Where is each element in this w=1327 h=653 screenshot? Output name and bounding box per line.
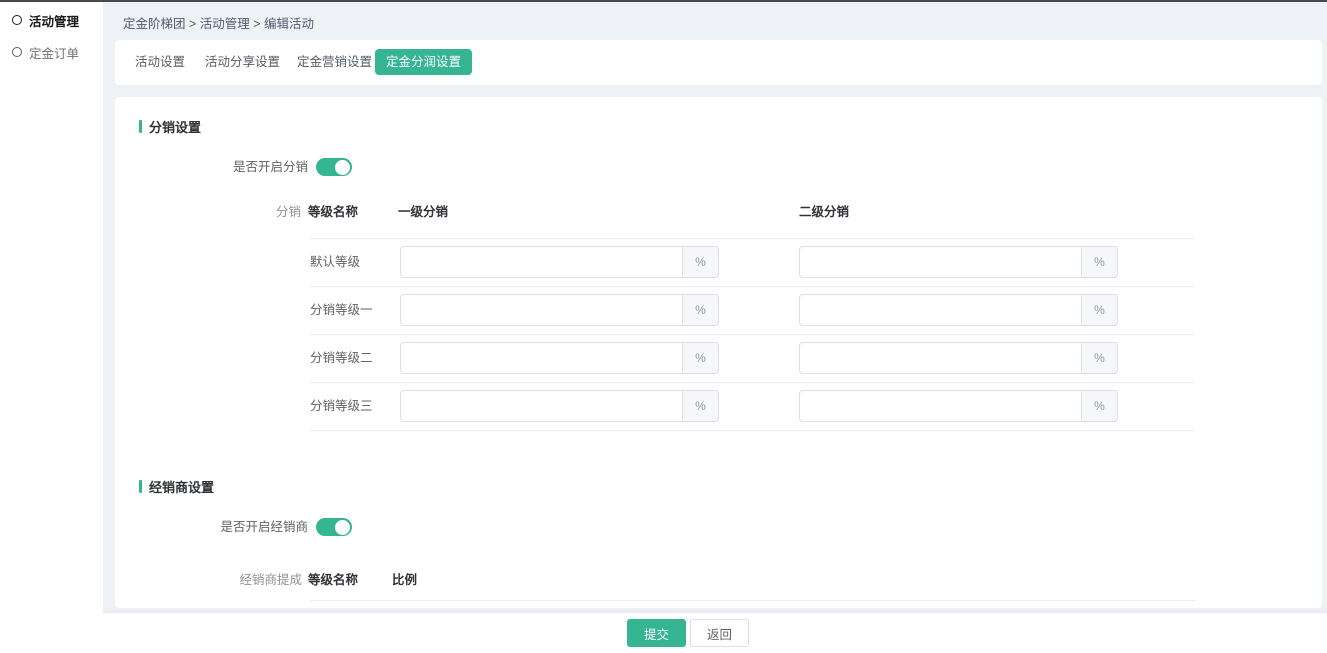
level2-percent-input[interactable] [799,342,1081,374]
level1-input-group: % [400,246,719,278]
level2-percent-input[interactable] [799,246,1081,278]
table-divider [310,382,1195,383]
percent-suffix: % [682,294,719,326]
sidebar-item-label: 定金订单 [29,43,79,62]
sidebar-item-deposit-orders[interactable]: 定金订单 [0,40,103,64]
sidebar-item-label: 活动管理 [29,11,79,30]
tab-deposit-marketing-settings[interactable]: 定金营销设置 [297,40,372,85]
column-header-level-name: 等级名称 [308,569,358,588]
settings-panel: 分销设置 是否开启分销 分销 等级名称 一级分销 二级分销 默认等级 % % [115,97,1322,608]
tab-deposit-profit-settings[interactable]: 定金分润设置 [375,49,472,75]
app-window: 活动管理 定金订单 定金阶梯团 > 活动管理 > 编辑活动 活动设置 活动分享设… [0,0,1327,653]
table-divider [310,600,1195,601]
table-divider [310,286,1195,287]
level1-percent-input[interactable] [400,342,682,374]
section-accent-bar [139,480,142,493]
row-level-name: 分销等级三 [310,390,373,422]
column-header-level2: 二级分销 [799,201,849,220]
table-divider [310,430,1195,431]
percent-suffix: % [682,342,719,374]
sidebar-item-activity-management[interactable]: 活动管理 [0,8,103,32]
submit-button[interactable]: 提交 [627,619,686,647]
percent-suffix: % [1081,390,1118,422]
column-header-ratio: 比例 [392,569,417,588]
table-divider [310,334,1195,335]
row-group-label: 经销商提成 [178,569,302,588]
circle-icon [12,15,22,25]
table-row: 分销等级一 % % [115,294,1322,326]
section-title-distribution: 分销设置 [139,118,201,134]
level1-percent-input[interactable] [400,390,682,422]
toggle-knob [335,160,350,175]
dealer-toggle-label: 是否开启经销商 [115,518,308,536]
level2-percent-input[interactable] [799,390,1081,422]
row-group-label: 分销 [276,201,301,220]
percent-suffix: % [1081,246,1118,278]
percent-suffix: % [1081,294,1118,326]
level1-percent-input[interactable] [400,246,682,278]
level1-input-group: % [400,294,719,326]
top-divider [0,0,1327,2]
tabs-bar: 活动设置 活动分享设置 定金营销设置 定金分润设置 [115,40,1322,85]
dealer-toggle[interactable] [316,518,352,536]
section-accent-bar [139,120,142,133]
level2-input-group: % [799,246,1118,278]
percent-suffix: % [682,246,719,278]
percent-suffix: % [682,390,719,422]
row-level-name: 默认等级 [310,246,360,278]
table-row: 默认等级 % % [115,246,1322,278]
distribution-toggle-label: 是否开启分销 [115,158,308,176]
sidebar: 活动管理 定金订单 [0,2,103,653]
tab-activity-share-settings[interactable]: 活动分享设置 [205,40,280,85]
back-button[interactable]: 返回 [690,619,749,647]
table-row: 分销等级二 % % [115,342,1322,374]
level2-input-group: % [799,390,1118,422]
level2-input-group: % [799,294,1118,326]
tab-activity-settings[interactable]: 活动设置 [135,40,185,85]
table-divider [310,238,1195,239]
section-title-dealer: 经销商设置 [139,478,214,494]
footer-bar: 提交 返回 [103,612,1327,653]
table-row: 分销等级三 % % [115,390,1322,422]
level1-input-group: % [400,342,719,374]
toggle-knob [335,520,350,535]
level2-percent-input[interactable] [799,294,1081,326]
level1-input-group: % [400,390,719,422]
column-header-level1: 一级分销 [398,201,448,220]
row-level-name: 分销等级一 [310,294,373,326]
level1-percent-input[interactable] [400,294,682,326]
column-header-level-name: 等级名称 [308,201,358,220]
circle-icon [12,47,22,57]
distribution-toggle[interactable] [316,158,352,176]
level2-input-group: % [799,342,1118,374]
percent-suffix: % [1081,342,1118,374]
breadcrumb: 定金阶梯团 > 活动管理 > 编辑活动 [123,13,314,32]
row-level-name: 分销等级二 [310,342,373,374]
